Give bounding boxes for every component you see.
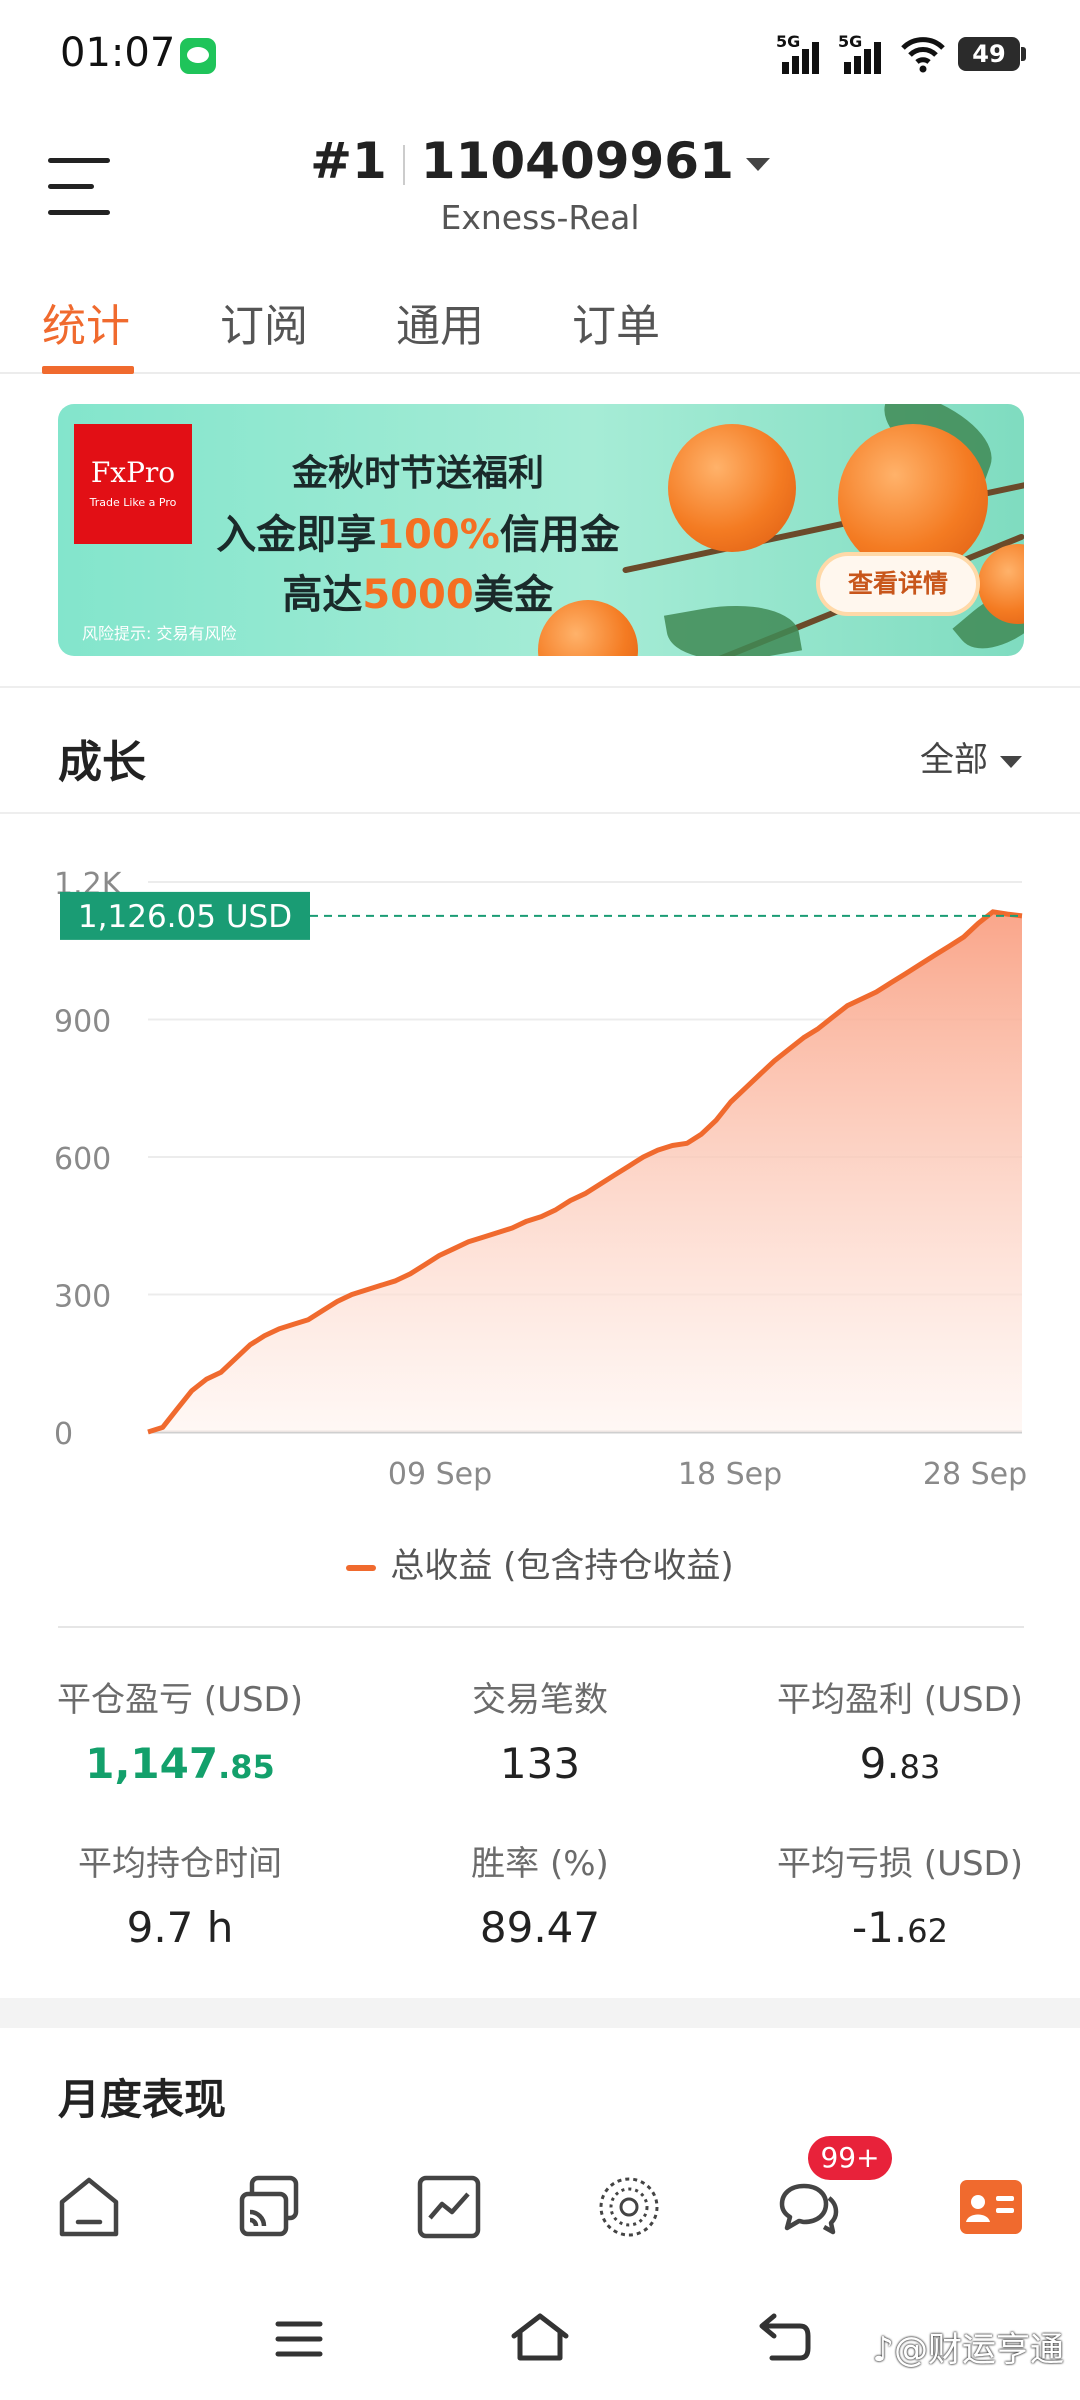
y-tick-label: 600	[54, 1142, 111, 1177]
stat-label: 平均盈利 (USD)	[777, 1680, 1023, 1720]
wechat-notification-icon	[180, 38, 216, 74]
fxpro-logo: FxPro Trade Like a Pro	[74, 424, 192, 544]
stat-label: 交易笔数	[472, 1680, 608, 1720]
signal-label: 5G	[776, 32, 801, 51]
stat-label: 平均持仓时间	[78, 1844, 282, 1884]
tab-bar: 统计 订阅 通用 订单	[0, 270, 1080, 374]
copy-trade-icon[interactable]	[234, 2172, 304, 2242]
y-tick-label: 300	[54, 1280, 111, 1315]
stat-label: 胜率 (%)	[471, 1844, 609, 1884]
stat-value: 9.7 h	[126, 1903, 234, 1952]
risk-disclaimer: 风险提示: 交易有风险	[82, 624, 237, 643]
divider	[0, 812, 1080, 814]
discover-icon[interactable]	[594, 2172, 664, 2242]
chevron-down-icon	[1000, 755, 1022, 768]
x-tick-label: 28 Sep	[923, 1457, 1027, 1492]
signal-icon: 5G	[838, 32, 888, 74]
account-prefix: #1	[310, 132, 387, 190]
server-name: Exness-Real	[440, 198, 640, 237]
legend-swatch	[346, 1564, 377, 1571]
stat-average-hold-time: 平均持仓时间 9.7 h	[0, 1836, 360, 1952]
stat-value: 133	[499, 1739, 581, 1788]
chat-icon[interactable]	[774, 2172, 844, 2242]
recent-apps-icon[interactable]	[274, 2314, 324, 2364]
banner-offer-line: 入金即享100%信用金	[216, 512, 620, 558]
fxpro-tagline: Trade Like a Pro	[89, 496, 177, 509]
promo-banner[interactable]: FxPro Trade Like a Pro 金秋时节送福利 入金即享100%信…	[58, 404, 1024, 656]
section-gap	[0, 1998, 1080, 2028]
orange-image	[838, 424, 988, 574]
divider	[0, 686, 1080, 688]
tab-statistics[interactable]: 统计	[42, 290, 130, 354]
status-right: 5G 5G 49	[776, 32, 1026, 74]
stat-trade-count: 交易笔数 133	[360, 1672, 720, 1788]
tab-orders[interactable]: 订单	[572, 290, 660, 354]
x-tick-label: 18 Sep	[678, 1457, 782, 1492]
signal-icon: 5G	[776, 32, 826, 74]
y-tick-label: 0	[54, 1417, 73, 1452]
stat-value: -1.62	[852, 1903, 948, 1952]
stat-win-rate: 胜率 (%) 89.47	[360, 1836, 720, 1952]
stat-average-profit: 平均盈利 (USD) 9.83	[720, 1672, 1080, 1788]
status-bar: 01:07 5G 5G 49	[0, 0, 1080, 110]
signal-label: 5G	[838, 32, 863, 51]
fxpro-logo-text: FxPro	[90, 456, 176, 489]
monthly-performance-title: 月度表现	[58, 2075, 227, 2124]
chevron-down-icon	[745, 158, 770, 171]
separator	[402, 144, 405, 185]
x-tick-label: 09 Sep	[388, 1457, 492, 1492]
view-details-button[interactable]: 查看详情	[820, 556, 976, 612]
period-filter[interactable]: 全部	[920, 732, 1022, 781]
stat-value: 89.47	[479, 1903, 601, 1952]
notification-badge: 99+	[808, 2136, 892, 2180]
orange-image	[668, 424, 796, 552]
current-value-label: 1,126.05 USD	[78, 899, 292, 935]
stat-label: 平均亏损 (USD)	[777, 1844, 1023, 1884]
growth-chart[interactable]: 03006009001.2K09 Sep 18 Sep 28 Sep 1,126.0…	[0, 820, 1080, 1520]
banner-headline: 金秋时节送福利	[291, 453, 544, 494]
watermark-text: ♪@财运亨通	[872, 2330, 1064, 2370]
profile-card-icon[interactable]	[956, 2172, 1026, 2242]
y-tick-label: 900	[54, 1005, 111, 1040]
stat-closed-pnl: 平仓盈亏 (USD) 1,147.85	[0, 1672, 360, 1788]
account-number: 110409961	[420, 132, 734, 190]
bottom-navigation	[0, 2136, 1080, 2276]
banner-offer-line: 高达5000美金	[282, 572, 554, 618]
growth-title: 成长	[58, 737, 146, 788]
tab-indicator	[42, 366, 134, 374]
app-header: #1 110409961 Exness-Real	[0, 110, 1080, 270]
system-home-icon[interactable]	[510, 2310, 570, 2364]
stat-label: 平仓盈亏 (USD)	[57, 1680, 303, 1720]
status-time: 01:07	[60, 30, 176, 76]
account-selector[interactable]: #1 110409961	[0, 132, 1080, 190]
tab-subscribe[interactable]: 订阅	[220, 290, 308, 354]
divider	[58, 1626, 1024, 1628]
back-icon[interactable]	[756, 2310, 812, 2364]
chart-legend: 总收益 (包含持仓收益)	[0, 1538, 1080, 1587]
battery-icon: 49	[958, 37, 1026, 71]
period-filter-label: 全部	[920, 740, 988, 780]
home-icon[interactable]	[54, 2172, 124, 2242]
chart-icon[interactable]	[414, 2172, 484, 2242]
series-area	[148, 911, 1022, 1432]
stat-value: 1,147.85	[85, 1739, 275, 1788]
wifi-icon	[901, 37, 945, 73]
tab-general[interactable]: 通用	[396, 290, 484, 354]
stat-value: 9.83	[859, 1739, 941, 1788]
legend-label: 总收益 (包含持仓收益)	[390, 1546, 734, 1586]
stat-average-loss: 平均亏损 (USD) -1.62	[720, 1836, 1080, 1952]
